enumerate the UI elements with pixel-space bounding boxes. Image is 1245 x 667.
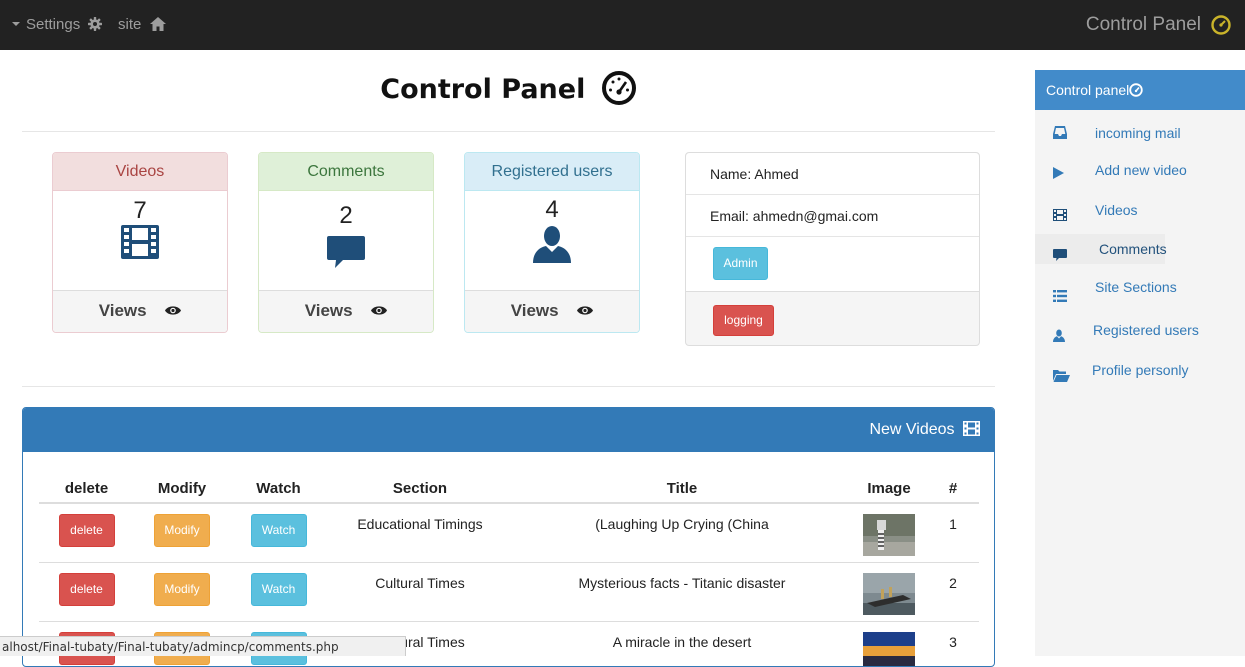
inbox-icon — [1053, 126, 1067, 139]
sidebar-item-label: Site Sections — [1095, 272, 1177, 302]
dashboard-icon — [601, 70, 637, 106]
gear-icon — [88, 17, 102, 31]
column-header: Modify — [134, 470, 230, 503]
stat-card-heading: Comments — [259, 153, 433, 191]
sidebar-item-label: Add new video — [1095, 155, 1187, 185]
sidebar-item-label: Registered users — [1093, 315, 1199, 345]
title-cell: Mysterious facts - Titanic disaster — [513, 562, 851, 621]
table-row: delete Modify Watch Educational Timings … — [39, 503, 979, 562]
watch-button[interactable]: Watch — [251, 573, 307, 606]
sidebar-item-videos[interactable]: Videos — [1035, 195, 1245, 225]
sidebar-item-label: Comments — [1099, 234, 1167, 264]
profile-name: Name: Ahmed — [686, 153, 979, 195]
status-bar-url: alhost/Final-tubaty/Final-tubaty/admincp… — [0, 636, 406, 656]
stat-card-heading: Videos — [53, 153, 227, 191]
sidebar-item-incoming-mail[interactable]: incoming mail — [1035, 118, 1245, 148]
play-icon — [1053, 167, 1064, 179]
stat-card-count: 4 — [465, 196, 639, 224]
modify-button[interactable]: Modify — [154, 573, 210, 606]
logout-button[interactable]: logging — [713, 305, 774, 336]
column-header: Title — [513, 470, 851, 503]
site-link[interactable]: site — [118, 0, 166, 50]
user-icon — [1053, 329, 1065, 342]
sidebar-item-site-sections[interactable]: Site Sections — [1035, 272, 1245, 302]
stat-card-footer[interactable]: Views — [53, 290, 227, 332]
sidebar-item-label: Videos — [1095, 195, 1138, 225]
stat-card-footer[interactable]: Views — [259, 290, 433, 332]
stat-card-comments: Comments 2 Views — [258, 152, 434, 333]
divider — [22, 131, 995, 132]
sidebar-item-registered-users[interactable]: Registered users — [1035, 315, 1245, 345]
index-cell: 1 — [927, 503, 979, 562]
comment-icon — [327, 236, 365, 270]
views-label: Views — [511, 301, 559, 320]
column-header: Watch — [230, 470, 327, 503]
stat-card-count: 7 — [53, 197, 227, 225]
eye-icon — [371, 305, 387, 316]
stat-card-users: Registered users 4 Views — [464, 152, 640, 333]
video-thumbnail[interactable] — [863, 573, 915, 615]
film-icon — [963, 421, 980, 436]
column-header: Section — [327, 470, 513, 503]
top-navbar: Settings site Control Panel — [0, 0, 1245, 50]
site-label: site — [118, 16, 141, 33]
delete-button[interactable]: delete — [59, 514, 115, 547]
sidebar-item-add-new-video[interactable]: Add new video — [1035, 155, 1245, 185]
eye-icon — [165, 305, 181, 316]
views-label: Views — [99, 301, 147, 320]
video-thumbnail[interactable] — [863, 514, 915, 556]
stat-card-videos: Videos 7 Views — [52, 152, 228, 333]
stat-card-footer[interactable]: Views — [465, 290, 639, 332]
delete-button[interactable]: delete — [59, 573, 115, 606]
profile-card: Name: Ahmed Email: ahmedn@gmai.com Admin… — [685, 152, 980, 346]
film-icon — [1053, 209, 1067, 221]
index-cell: 2 — [927, 562, 979, 621]
profile-details: Name: Ahmed Email: ahmedn@gmai.com Admin — [686, 153, 979, 292]
home-icon — [150, 17, 166, 31]
page-title-text: Control Panel — [380, 74, 585, 105]
page-title: Control Panel — [22, 74, 995, 106]
settings-dropdown[interactable]: Settings — [12, 0, 102, 50]
dashboard-icon — [1211, 15, 1231, 35]
sidebar-item-comments[interactable]: Comments — [1035, 234, 1165, 264]
user-icon — [533, 225, 571, 263]
film-icon — [121, 225, 159, 259]
settings-label: Settings — [26, 16, 80, 33]
sidebar-item-profile[interactable]: Profile personly — [1035, 355, 1245, 385]
divider — [22, 386, 995, 387]
comment-icon — [1053, 249, 1067, 261]
column-header: Image — [851, 470, 927, 503]
table-row: delete Modify Watch Cultural Times Myste… — [39, 562, 979, 621]
index-cell: 3 — [927, 621, 979, 667]
column-header: delete — [39, 470, 134, 503]
list-icon — [1053, 290, 1067, 302]
column-header: # — [927, 470, 979, 503]
sidebar-title: Control panel — [1046, 82, 1129, 98]
folder-open-icon — [1053, 369, 1070, 382]
panel-title: New Videos — [869, 421, 954, 438]
section-cell: Cultural Times — [327, 562, 513, 621]
stat-card-heading: Registered users — [465, 153, 639, 191]
stat-card-count: 2 — [259, 202, 433, 230]
profile-email: Email: ahmedn@gmai.com — [686, 195, 979, 237]
caret-down-icon — [12, 22, 20, 26]
sidebar: Control panel incoming mail Add new vide… — [1035, 70, 1245, 656]
sidebar-item-label: incoming mail — [1095, 118, 1181, 148]
video-thumbnail[interactable] — [863, 632, 915, 667]
watch-button[interactable]: Watch — [251, 514, 307, 547]
eye-icon — [577, 305, 593, 316]
sidebar-item-label: Profile personly — [1092, 355, 1189, 385]
modify-button[interactable]: Modify — [154, 514, 210, 547]
admin-button[interactable]: Admin — [713, 247, 768, 280]
new-videos-panel: New Videos delete Modify Watch Section T… — [22, 407, 995, 667]
title-cell: A miracle in the desert — [513, 621, 851, 667]
section-cell: Educational Timings — [327, 503, 513, 562]
title-cell: (Laughing Up Crying (China — [513, 503, 851, 562]
dashboard-icon — [1129, 83, 1143, 97]
panel-header: New Videos — [23, 408, 994, 452]
sidebar-header[interactable]: Control panel — [1035, 70, 1245, 110]
navbar-brand[interactable]: Control Panel — [1086, 0, 1201, 50]
views-label: Views — [305, 301, 353, 320]
table-header-row: delete Modify Watch Section Title Image … — [39, 470, 979, 503]
